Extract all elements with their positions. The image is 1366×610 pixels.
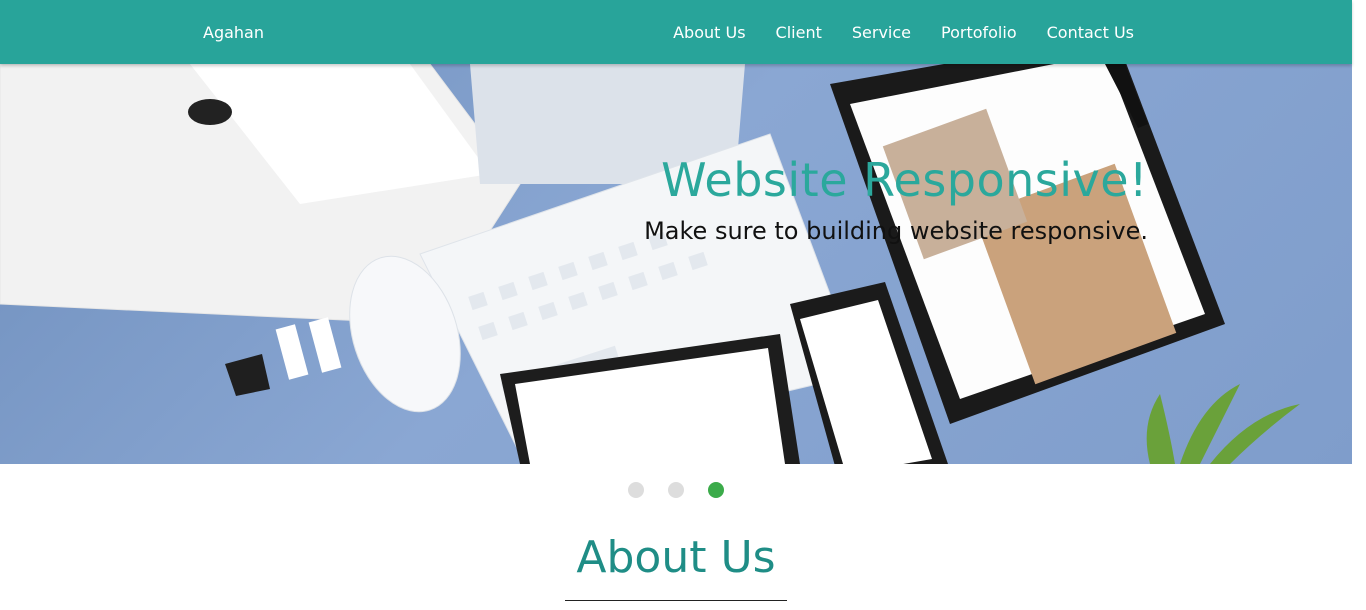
- hero-background-image: [0, 64, 1300, 464]
- carousel-dot-1[interactable]: [628, 482, 644, 498]
- carousel-dot-3-active[interactable]: [708, 482, 724, 498]
- hero-subtitle: Make sure to building website responsive…: [644, 217, 1148, 245]
- about-us-heading: About Us: [576, 532, 776, 583]
- hero-title: Website Responsive!: [661, 153, 1148, 207]
- carousel-dot-2[interactable]: [668, 482, 684, 498]
- brand-link[interactable]: Agahan: [203, 23, 264, 42]
- heading-underline: [565, 600, 787, 601]
- hero-carousel-slide: Website Responsive! Make sure to buildin…: [0, 64, 1352, 464]
- nav-link-portofolio[interactable]: Portofolio: [941, 23, 1017, 42]
- nav-link-client[interactable]: Client: [776, 23, 822, 42]
- nav-links: About Us Client Service Portofolio Conta…: [673, 23, 1134, 42]
- navbar: Agahan About Us Client Service Portofoli…: [0, 0, 1352, 64]
- carousel-indicators: [628, 482, 724, 498]
- nav-link-contact-us[interactable]: Contact Us: [1047, 23, 1134, 42]
- nav-link-service[interactable]: Service: [852, 23, 911, 42]
- nav-link-about-us[interactable]: About Us: [673, 23, 745, 42]
